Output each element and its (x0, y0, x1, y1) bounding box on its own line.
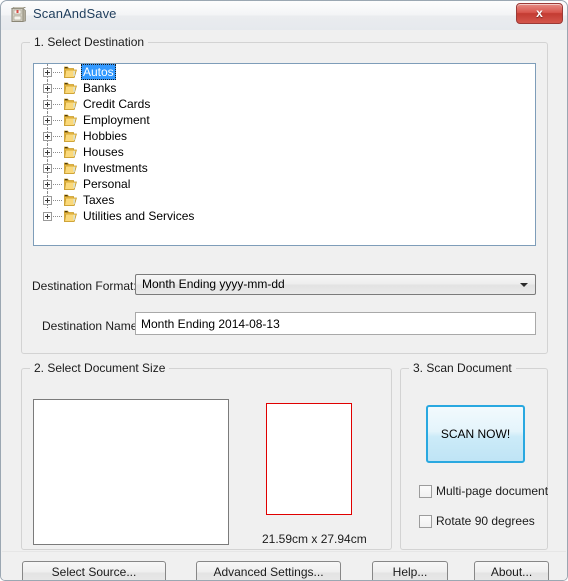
rotate-90-degrees-label: Rotate 90 degrees (436, 514, 535, 528)
tree-connector-dots (53, 216, 62, 218)
checkbox-box-icon (419, 485, 432, 498)
tree-item-taxes[interactable]: Taxes (34, 192, 535, 208)
expand-plus-icon[interactable] (43, 116, 52, 125)
tree-connector-dots (53, 104, 62, 106)
scan-area-preview[interactable] (33, 399, 229, 545)
tree-connector-dots (53, 136, 62, 138)
tree-connector-dots (53, 120, 62, 122)
tree-connector-dots (53, 72, 62, 74)
expand-plus-icon[interactable] (43, 212, 52, 221)
tree-item-label: Banks (83, 81, 117, 95)
tree-item-label: Hobbies (83, 129, 128, 143)
destination-name-input[interactable] (135, 312, 536, 335)
tree-item-banks[interactable]: Banks (34, 80, 535, 96)
tree-connector-dots (53, 168, 62, 170)
expand-plus-icon[interactable] (43, 180, 52, 189)
folder-icon (64, 194, 77, 206)
tree-item-label: Investments (83, 161, 148, 175)
advanced-settings-button[interactable]: Advanced Settings... (196, 561, 341, 580)
select-source-button[interactable]: Select Source... (22, 561, 166, 580)
tree-connector-dots (53, 152, 62, 154)
destination-tree[interactable]: Autos Banks Credit Cards Employment Hobbies H… (33, 63, 536, 246)
tree-item-label: Utilities and Services (83, 209, 195, 223)
help-button[interactable]: Help... (372, 561, 448, 580)
folder-icon (64, 210, 77, 222)
tree-connector-dots (53, 200, 62, 202)
expand-plus-icon[interactable] (43, 100, 52, 109)
scan-now-button[interactable]: SCAN NOW! (426, 405, 525, 463)
group-title-document-size: 2. Select Document Size (30, 361, 170, 375)
tree-item-label: Credit Cards (83, 97, 151, 111)
multi-page-document-label: Multi-page document (436, 484, 549, 498)
group-scan-document: 3. Scan Document SCAN NOW! Multi-page do… (400, 361, 549, 550)
destination-name-label: Destination Name: (42, 319, 141, 333)
dialog-client-area: 1. Select Destination Autos Banks Credit C… (1, 30, 567, 580)
tree-item-autos[interactable]: Autos (34, 64, 535, 80)
tree-item-label: Houses (83, 145, 124, 159)
file-cabinet-icon (10, 6, 27, 24)
tree-item-investments[interactable]: Investments (34, 160, 535, 176)
destination-format-select[interactable]: Month Ending yyyy-mm-dd (135, 274, 536, 295)
tree-item-label: Employment (83, 113, 150, 127)
expand-plus-icon[interactable] (43, 68, 52, 77)
expand-plus-icon[interactable] (43, 132, 52, 141)
tree-connector-dots (53, 184, 62, 186)
group-select-destination: 1. Select Destination Autos Banks Credit C… (21, 35, 548, 354)
application-window: ScanAndSave x 1. Select Destination Auto… (0, 0, 568, 581)
folder-icon (64, 130, 77, 142)
tree-item-hobbies[interactable]: Hobbies (34, 128, 535, 144)
expand-plus-icon[interactable] (43, 84, 52, 93)
destination-format-label: Destination Format: (32, 279, 137, 293)
close-button[interactable]: x (516, 3, 563, 24)
folder-icon (64, 98, 77, 110)
folder-icon (64, 162, 77, 174)
folder-icon (64, 114, 77, 126)
close-icon: x (536, 6, 543, 20)
group-title-destination: 1. Select Destination (30, 35, 149, 49)
page-size-outline (266, 403, 352, 515)
scan-now-label: SCAN NOW! (440, 427, 511, 441)
group-select-document-size: 2. Select Document Size 21.59cm x 27.94c… (21, 361, 392, 550)
folder-icon (64, 82, 77, 94)
window-title: ScanAndSave (33, 6, 117, 21)
tree-item-label: Personal (83, 177, 131, 191)
page-dimensions-label: 21.59cm x 27.94cm (262, 532, 367, 546)
bottom-divider (2, 551, 566, 552)
expand-plus-icon[interactable] (43, 196, 52, 205)
tree-item-houses[interactable]: Houses (34, 144, 535, 160)
folder-icon (64, 146, 77, 158)
tree-item-credit-cards[interactable]: Credit Cards (34, 96, 535, 112)
tree-item-utilities-and-services[interactable]: Utilities and Services (34, 208, 535, 224)
expand-plus-icon[interactable] (43, 164, 52, 173)
chevron-down-icon (520, 283, 528, 287)
folder-icon (64, 178, 77, 190)
destination-format-value: Month Ending yyyy-mm-dd (142, 277, 285, 291)
tree-item-personal[interactable]: Personal (34, 176, 535, 192)
tree-item-label: Taxes (83, 193, 115, 207)
group-title-scan-document: 3. Scan Document (409, 361, 516, 375)
folder-icon (64, 66, 77, 78)
title-bar[interactable]: ScanAndSave x (1, 1, 567, 31)
tree-item-employment[interactable]: Employment (34, 112, 535, 128)
tree-item-label: Autos (81, 64, 116, 80)
expand-plus-icon[interactable] (43, 148, 52, 157)
about-button[interactable]: About... (474, 561, 549, 580)
checkbox-box-icon (419, 515, 432, 528)
tree-connector-dots (53, 88, 62, 90)
